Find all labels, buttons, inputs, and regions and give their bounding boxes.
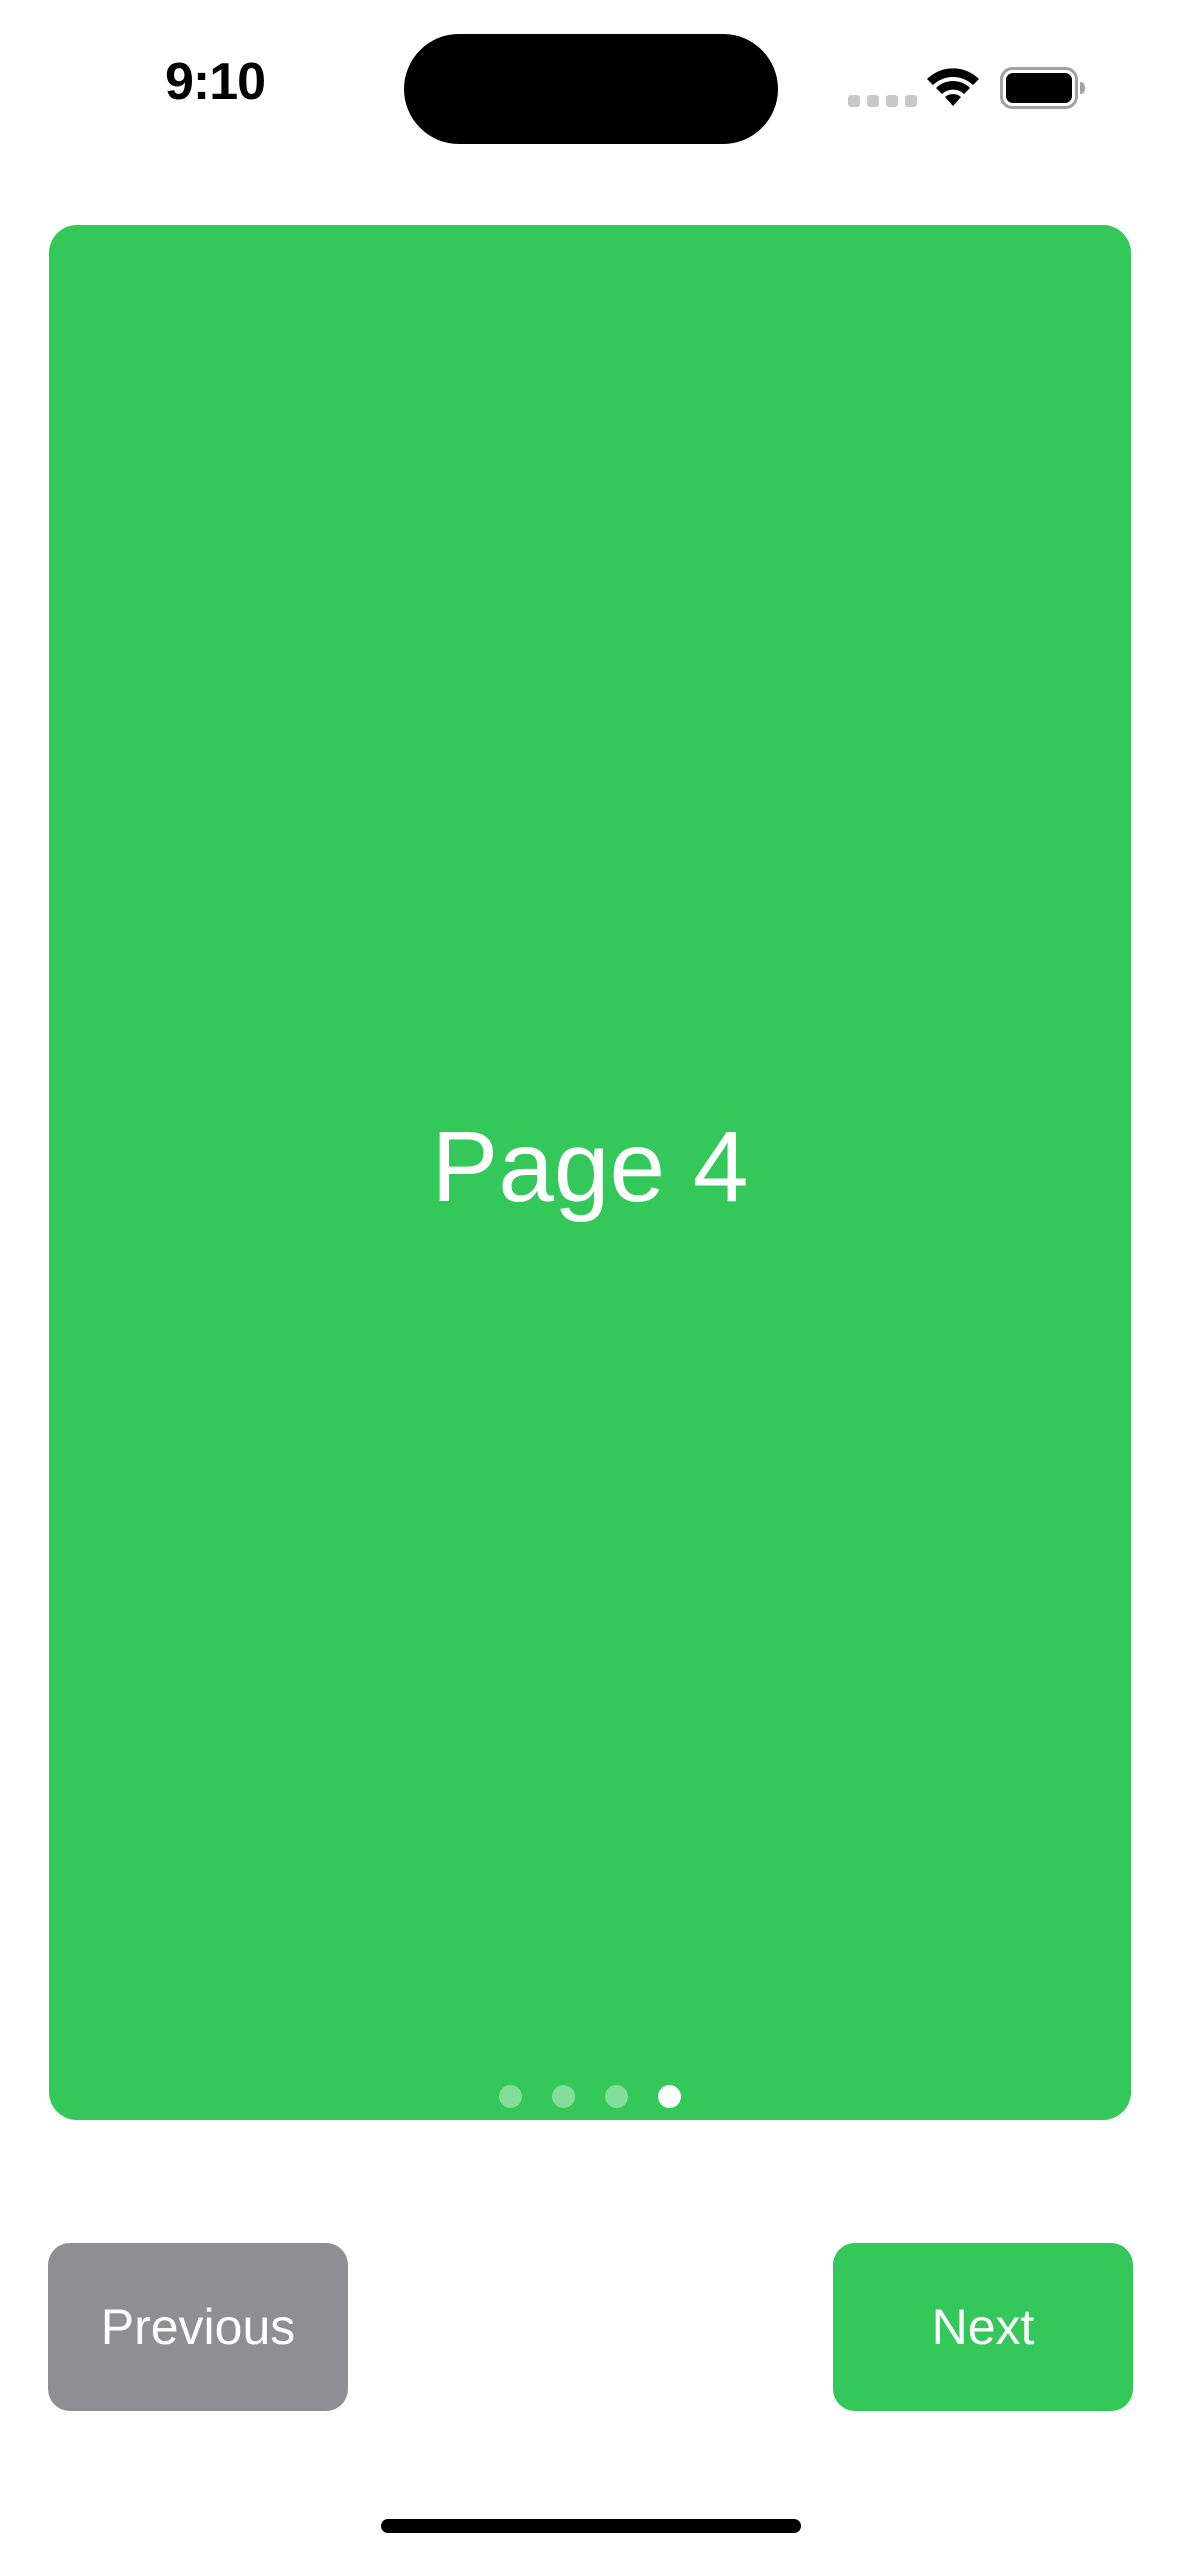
wifi-icon (927, 68, 979, 106)
dynamic-island (404, 34, 778, 144)
battery-icon (1000, 67, 1085, 109)
page-dot[interactable] (658, 2085, 681, 2108)
page-dot[interactable] (552, 2085, 575, 2108)
cellular-signal-icon (848, 95, 917, 107)
next-button[interactable]: Next (833, 2243, 1133, 2411)
page-view[interactable]: Page 4 (49, 225, 1131, 2120)
page-dot[interactable] (499, 2085, 522, 2108)
page-indicator[interactable] (49, 2085, 1131, 2108)
home-indicator (381, 2519, 801, 2533)
status-time: 9:10 (164, 53, 266, 111)
page-title: Page 4 (431, 1111, 749, 1223)
page-dot[interactable] (605, 2085, 628, 2108)
previous-button[interactable]: Previous (48, 2243, 348, 2411)
